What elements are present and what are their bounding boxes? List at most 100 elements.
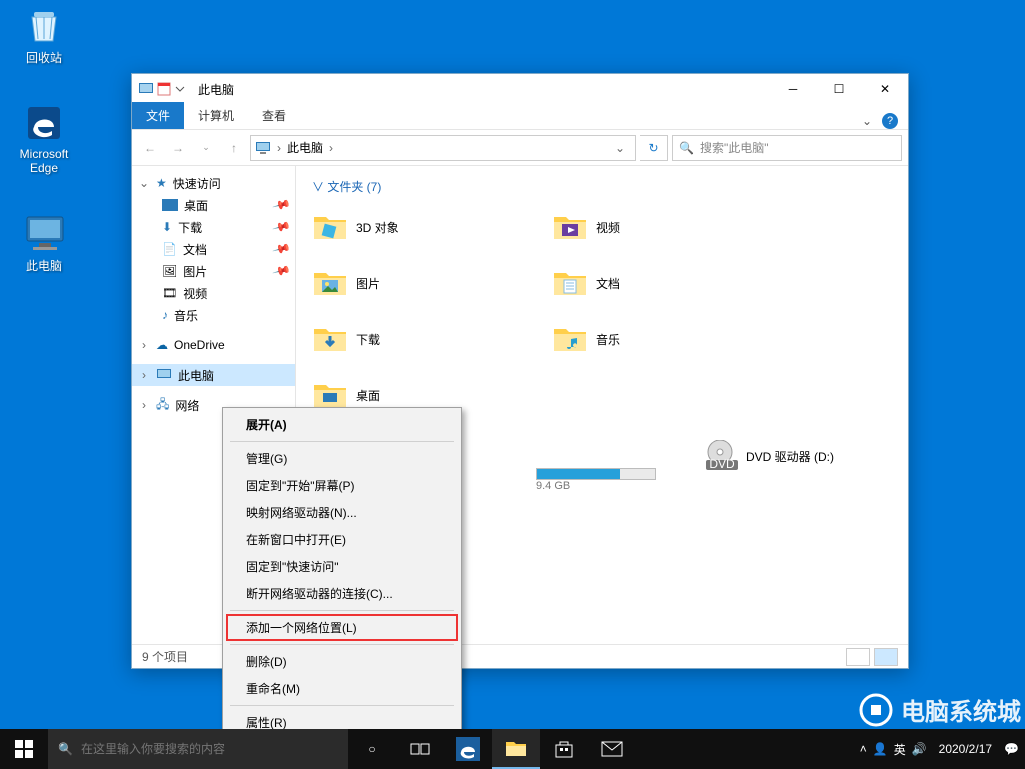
folder-pictures[interactable]: 图片 <box>312 255 552 311</box>
taskbar-store[interactable] <box>540 729 588 769</box>
ribbon-tabs: 文件 计算机 查看 ⌄ ? <box>132 104 908 130</box>
ctx-pin-start[interactable]: 固定到"开始"屏幕(P) <box>226 472 458 499</box>
ctx-add-network-location[interactable]: 添加一个网络位置(L) <box>226 614 458 641</box>
tab-view[interactable]: 查看 <box>248 102 300 129</box>
ctx-delete[interactable]: 删除(D) <box>226 648 458 675</box>
desktop-icon-label: 此电脑 <box>26 257 62 274</box>
nav-desktop[interactable]: 桌面📌 <box>132 194 295 216</box>
ctx-expand[interactable]: 展开(A) <box>226 411 458 438</box>
search-icon: 🔍 <box>58 742 73 756</box>
pin-icon: 📌 <box>272 239 292 259</box>
tab-computer[interactable]: 计算机 <box>184 102 248 129</box>
this-pc-small-icon <box>255 140 271 156</box>
search-box[interactable]: 🔍 搜索"此电脑" <box>672 135 902 161</box>
taskbar-edge[interactable] <box>444 729 492 769</box>
watermark-text: 电脑系统城 <box>901 692 1021 727</box>
item-label: 图片 <box>356 275 380 292</box>
address-box[interactable]: › 此电脑 › ⌄ <box>250 135 636 161</box>
nav-this-pc[interactable]: ›此电脑 <box>132 364 295 386</box>
tray-people-icon[interactable]: 👤 <box>873 742 888 756</box>
maximize-button[interactable]: ☐ <box>816 74 862 104</box>
folder-3d-objects[interactable]: 3D 对象 <box>312 199 552 255</box>
context-menu: 展开(A) 管理(G) 固定到"开始"屏幕(P) 映射网络驱动器(N)... 在… <box>222 407 462 740</box>
item-label: 3D 对象 <box>356 219 399 236</box>
taskbar-search[interactable]: 🔍 <box>48 729 348 769</box>
refresh-button[interactable]: ↻ <box>640 135 668 161</box>
desktop-recycle-bin[interactable]: 回收站 <box>6 4 82 66</box>
pin-icon: 📌 <box>272 217 292 237</box>
minimize-button[interactable]: ─ <box>770 74 816 104</box>
nav-quick-access[interactable]: ⌄★快速访问 <box>132 172 295 194</box>
desktop-this-pc[interactable]: 此电脑 <box>6 212 82 274</box>
help-icon[interactable]: ? <box>882 113 898 129</box>
view-large-button[interactable] <box>874 648 898 666</box>
nav-documents[interactable]: 📄文档📌 <box>132 238 295 260</box>
folder-downloads[interactable]: 下载 <box>312 311 552 367</box>
nav-videos[interactable]: 🎞视频 <box>132 282 295 304</box>
nav-up-button[interactable]: ↑ <box>222 136 246 160</box>
nav-recent-button[interactable]: ⌄ <box>194 136 218 160</box>
this-pc-icon <box>23 212 65 254</box>
qat-properties-icon[interactable] <box>156 81 172 97</box>
close-button[interactable]: ✕ <box>862 74 908 104</box>
status-item-count: 9 个项目 <box>142 648 188 665</box>
nav-label: OneDrive <box>174 338 225 352</box>
taskbar-mail[interactable] <box>588 729 636 769</box>
nav-pictures[interactable]: 🖼图片📌 <box>132 260 295 282</box>
taskbar-search-input[interactable] <box>81 742 338 756</box>
nav-music[interactable]: ♪音乐 <box>132 304 295 326</box>
tray-ime[interactable]: 英 <box>894 741 906 758</box>
folder-icon <box>312 321 348 357</box>
tab-file[interactable]: 文件 <box>132 102 184 129</box>
nav-onedrive[interactable]: ›☁OneDrive <box>132 334 295 356</box>
tray-volume-icon[interactable]: 🔊 <box>912 742 927 756</box>
nav-label: 视频 <box>183 285 207 302</box>
titlebar: 此电脑 ─ ☐ ✕ <box>132 74 908 104</box>
tray-up-icon[interactable]: ˄ <box>860 742 867 756</box>
ctx-manage[interactable]: 管理(G) <box>226 445 458 472</box>
item-label: 下载 <box>356 331 380 348</box>
item-label: DVD 驱动器 (D:) <box>746 448 834 465</box>
tray-notifications-icon[interactable]: 💬 <box>1004 742 1019 756</box>
folder-music[interactable]: 音乐 <box>552 311 792 367</box>
taskbar-taskview[interactable] <box>396 729 444 769</box>
folder-documents[interactable]: 文档 <box>552 255 792 311</box>
start-button[interactable] <box>0 729 48 769</box>
desktop-icon-label: Microsoft Edge <box>6 147 82 175</box>
tray-clock[interactable]: 2020/2/17 <box>933 742 998 756</box>
desktop-edge[interactable]: Microsoft Edge <box>6 102 82 175</box>
ribbon-expand-icon[interactable]: ⌄ <box>862 114 872 128</box>
group-header-folders[interactable]: ∨ 文件夹 (7) <box>312 174 892 199</box>
ctx-pin-quick[interactable]: 固定到"快速访问" <box>226 553 458 580</box>
watermark: 电脑系统城 <box>859 692 1021 727</box>
nav-back-button[interactable]: ← <box>138 136 162 160</box>
view-details-button[interactable] <box>846 648 870 666</box>
window-title: 此电脑 <box>198 81 234 98</box>
taskbar-explorer[interactable] <box>492 729 540 769</box>
ctx-rename[interactable]: 重命名(M) <box>226 675 458 702</box>
qat-dropdown-icon[interactable] <box>174 81 186 97</box>
taskbar-cortana[interactable]: ○ <box>348 729 396 769</box>
ctx-map-drive[interactable]: 映射网络驱动器(N)... <box>226 499 458 526</box>
breadcrumb-root[interactable]: 此电脑 <box>287 139 323 156</box>
ctx-disconnect[interactable]: 断开网络驱动器的连接(C)... <box>226 580 458 607</box>
nav-label: 快速访问 <box>173 175 221 192</box>
nav-downloads[interactable]: ⬇下载📌 <box>132 216 295 238</box>
address-dropdown-icon[interactable]: ⌄ <box>609 141 631 155</box>
search-icon: 🔍 <box>679 141 694 155</box>
drive-free-label: 9.4 GB <box>536 480 656 492</box>
item-label: 文档 <box>596 275 620 292</box>
taskbar: 🔍 ○ ˄ 👤 英 🔊 2020/2/17 💬 <box>0 729 1025 769</box>
folder-videos[interactable]: 视频 <box>552 199 792 255</box>
ctx-new-window[interactable]: 在新窗口中打开(E) <box>226 526 458 553</box>
search-placeholder: 搜索"此电脑" <box>700 139 769 156</box>
nav-label: 此电脑 <box>178 367 214 384</box>
desktop-icon-label: 回收站 <box>26 49 62 66</box>
nav-forward-button[interactable]: → <box>166 136 190 160</box>
drive-dvd[interactable]: DVD DVD 驱动器 (D:) <box>702 438 834 474</box>
nav-label: 下载 <box>178 219 202 236</box>
nav-label: 网络 <box>175 397 199 414</box>
folder-icon <box>552 265 588 301</box>
edge-icon <box>23 102 65 144</box>
address-bar: ← → ⌄ ↑ › 此电脑 › ⌄ ↻ 🔍 搜索"此电脑" <box>132 130 908 166</box>
